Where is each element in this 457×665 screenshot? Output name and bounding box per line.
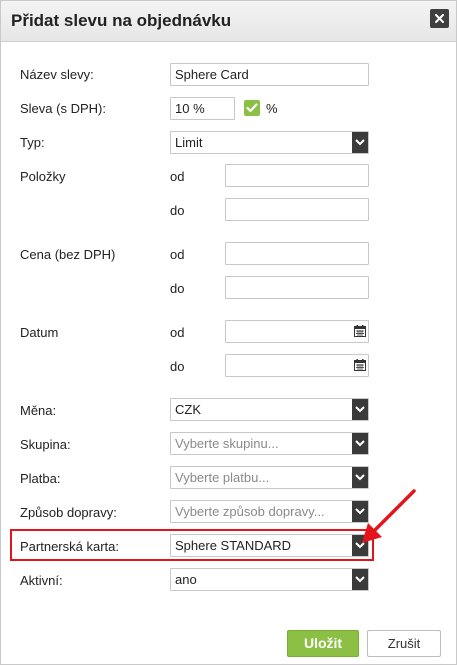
items-label: Položky: [20, 169, 66, 184]
payment-label: Platba:: [20, 471, 61, 486]
dialog-header: Přidat slevu na objednávku: [1, 1, 456, 42]
chevron-down-icon: [355, 474, 365, 481]
save-button[interactable]: Uložit: [287, 630, 359, 657]
chevron-down-icon: [355, 139, 365, 146]
active-select-value: ano: [175, 572, 197, 587]
cancel-button[interactable]: Zrušit: [367, 630, 441, 657]
discount-label: Sleva (s DPH):: [20, 101, 106, 116]
shipping-select-placeholder: Vyberte způsob dopravy...: [175, 504, 325, 519]
date-from-input[interactable]: [225, 320, 369, 343]
shipping-select[interactable]: Vyberte způsob dopravy...: [170, 500, 369, 523]
items-to-input[interactable]: [225, 198, 369, 221]
close-button[interactable]: [430, 9, 449, 28]
shipping-label: Způsob dopravy:: [20, 505, 117, 520]
payment-select-placeholder: Vyberte platbu...: [175, 470, 270, 485]
date-to-calendar-button[interactable]: [352, 355, 368, 376]
group-select[interactable]: Vyberte skupinu...: [170, 432, 369, 455]
partner-card-label: Partnerská karta:: [20, 539, 119, 554]
currency-select-value: CZK: [175, 402, 201, 417]
group-dropdown-arrow[interactable]: [352, 433, 368, 454]
items-to-label: do: [170, 203, 185, 218]
chevron-down-icon: [355, 440, 365, 447]
type-label: Typ:: [20, 135, 45, 150]
name-input[interactable]: Sphere Card: [170, 63, 369, 86]
date-from-calendar-button[interactable]: [352, 321, 368, 342]
currency-dropdown-arrow[interactable]: [352, 399, 368, 420]
price-to-label: do: [170, 281, 185, 296]
items-from-label: od: [170, 169, 185, 184]
add-discount-dialog: Přidat slevu na objednávku Název slevy: …: [0, 0, 457, 665]
active-label: Aktivní:: [20, 573, 63, 588]
group-label: Skupina:: [20, 437, 71, 452]
active-dropdown-arrow[interactable]: [352, 569, 368, 590]
price-from-input[interactable]: [225, 242, 369, 265]
payment-select[interactable]: Vyberte platbu...: [170, 466, 369, 489]
close-icon: [435, 14, 444, 23]
date-from-label: od: [170, 325, 185, 340]
currency-label: Měna:: [20, 403, 57, 418]
dialog-title: Přidat slevu na objednávku: [11, 11, 232, 30]
active-select[interactable]: ano: [170, 568, 369, 591]
partner-card-select[interactable]: Sphere STANDARD: [170, 534, 369, 557]
partner-card-select-value: Sphere STANDARD: [175, 538, 292, 553]
type-dropdown-arrow[interactable]: [352, 132, 368, 153]
date-to-label: do: [170, 359, 185, 374]
price-label: Cena (bez DPH): [20, 247, 116, 262]
percent-checkbox[interactable]: [244, 100, 260, 116]
discount-input[interactable]: 10 %: [170, 97, 235, 120]
red-arrow-annotation: [362, 489, 416, 543]
date-label: Datum: [20, 325, 59, 340]
date-to-input[interactable]: [225, 354, 369, 377]
checkmark-icon: [246, 103, 258, 113]
price-from-label: od: [170, 247, 185, 262]
chevron-down-icon: [355, 576, 365, 583]
name-label: Název slevy:: [20, 67, 94, 82]
group-select-placeholder: Vyberte skupinu...: [175, 436, 279, 451]
calendar-icon: [354, 325, 366, 337]
price-to-input[interactable]: [225, 276, 369, 299]
chevron-down-icon: [355, 406, 365, 413]
type-select-value: Limit: [175, 135, 203, 150]
calendar-icon: [354, 359, 366, 371]
currency-select[interactable]: CZK: [170, 398, 369, 421]
items-from-input[interactable]: [225, 164, 369, 187]
payment-dropdown-arrow[interactable]: [352, 467, 368, 488]
percent-checkbox-label: %: [266, 101, 278, 116]
type-select[interactable]: Limit: [170, 131, 369, 154]
